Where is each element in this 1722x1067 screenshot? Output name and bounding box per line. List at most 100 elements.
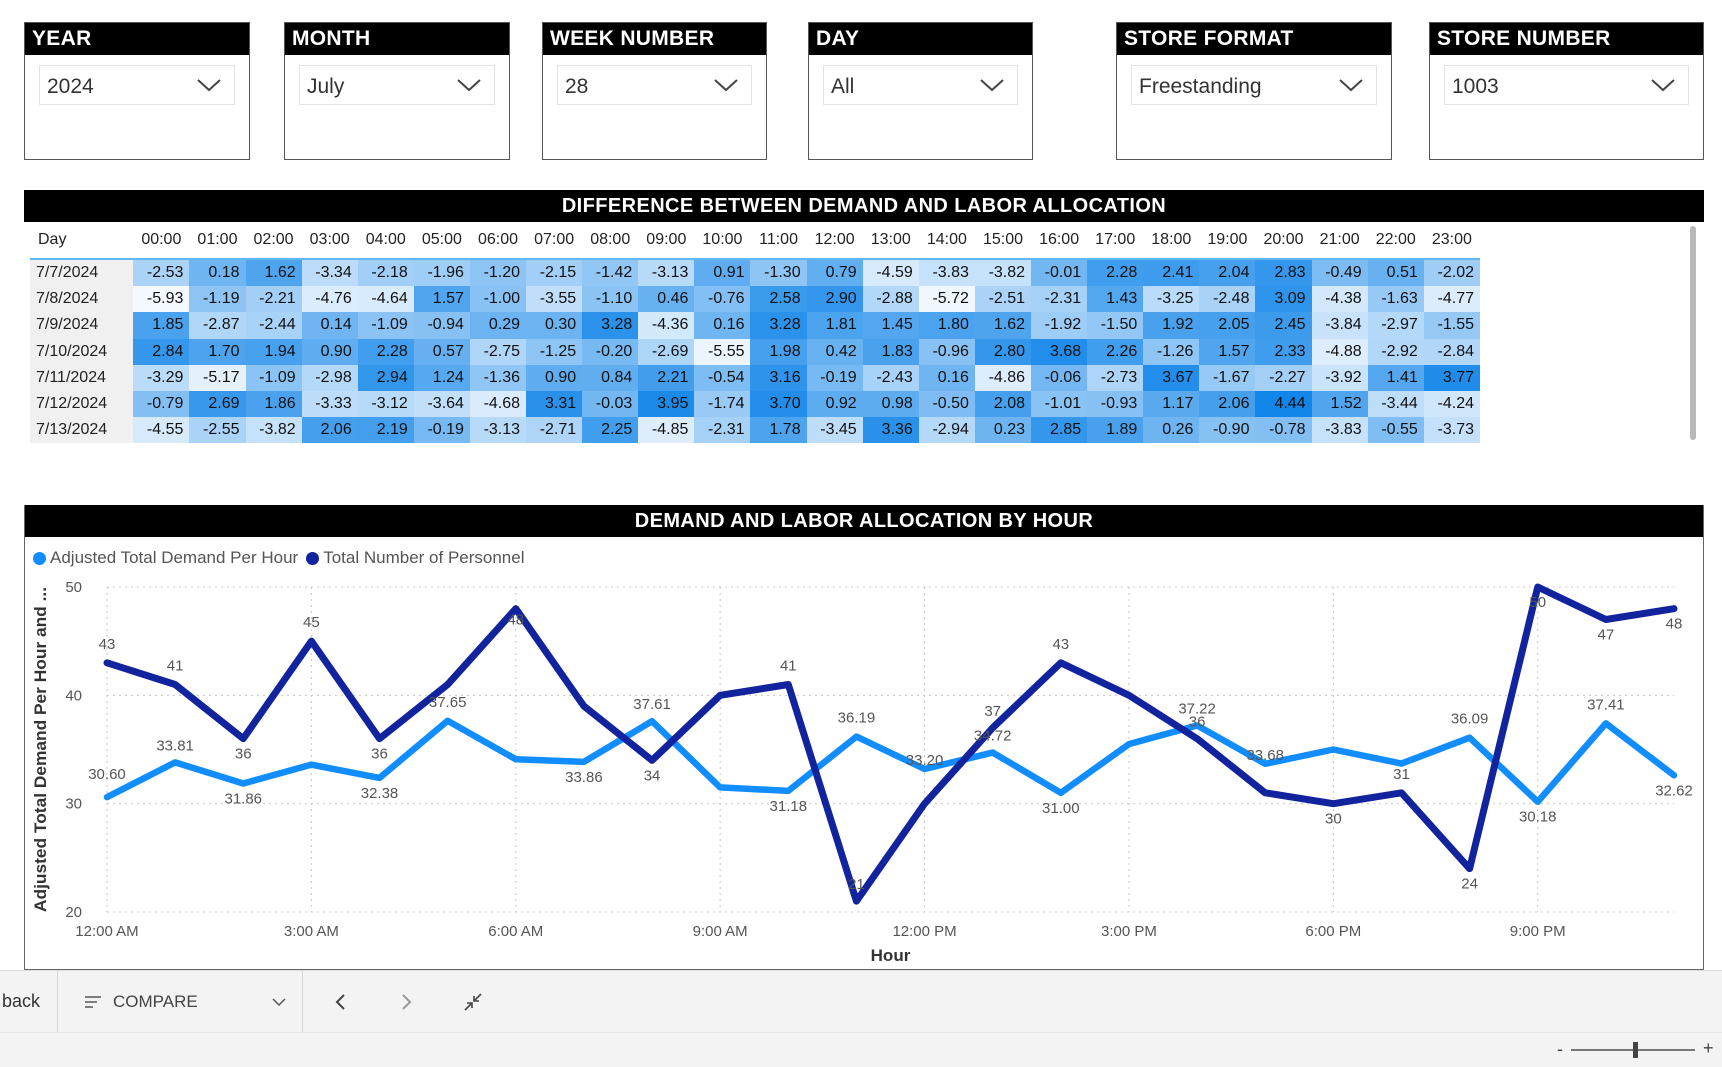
- heatmap-cell[interactable]: -1.19: [189, 286, 246, 313]
- heatmap-cell[interactable]: -0.90: [1199, 417, 1256, 444]
- store-format-dropdown[interactable]: Freestanding: [1131, 65, 1377, 105]
- heatmap-cell[interactable]: -2.97: [1367, 312, 1424, 339]
- heatmap-cell[interactable]: -2.02: [1423, 257, 1480, 287]
- heatmap-cell[interactable]: 1.94: [245, 338, 302, 365]
- heatmap-cell[interactable]: -1.67: [1199, 364, 1256, 391]
- heatmap-cell[interactable]: 0.30: [526, 312, 583, 339]
- heatmap-cell[interactable]: -2.48: [1199, 286, 1256, 313]
- heatmap-cell[interactable]: -3.25: [1143, 286, 1200, 313]
- heatmap-cell[interactable]: 3.09: [1255, 286, 1312, 313]
- month-dropdown[interactable]: July: [299, 65, 495, 105]
- compare-dropdown[interactable]: COMPARE: [58, 971, 302, 1033]
- heatmap-cell[interactable]: 3.68: [1031, 338, 1088, 365]
- heatmap-cell[interactable]: -4.64: [357, 286, 414, 313]
- heatmap-cell[interactable]: -1.74: [694, 390, 751, 418]
- heatmap-cell[interactable]: 2.69: [189, 390, 246, 418]
- heatmap-cell[interactable]: 2.94: [357, 364, 414, 391]
- heatmap-cell[interactable]: -2.27: [1255, 364, 1312, 391]
- zoom-slider-thumb[interactable]: [1633, 1042, 1639, 1058]
- heatmap-cell[interactable]: 0.29: [469, 312, 527, 339]
- heatmap-cell[interactable]: 0.57: [413, 338, 470, 365]
- heatmap-cell[interactable]: 1.89: [1087, 417, 1144, 444]
- heatmap-cell[interactable]: 3.67: [1143, 364, 1200, 391]
- heatmap-cell[interactable]: -1.50: [1087, 312, 1144, 339]
- heatmap-cell[interactable]: 2.33: [1255, 338, 1312, 365]
- heatmap-cell[interactable]: 2.90: [806, 286, 863, 313]
- heatmap-cell[interactable]: -3.83: [1311, 417, 1368, 444]
- heatmap-cell[interactable]: 1.86: [245, 390, 302, 418]
- heatmap-cell[interactable]: -1.09: [245, 364, 302, 391]
- zoom-slider[interactable]: [1571, 1042, 1695, 1058]
- heatmap-cell[interactable]: -3.92: [1311, 364, 1368, 391]
- heatmap-cell[interactable]: -3.83: [918, 257, 975, 287]
- heatmap-cell[interactable]: 3.31: [526, 390, 583, 418]
- heatmap-cell[interactable]: 1.70: [189, 338, 246, 365]
- heatmap-cell[interactable]: 2.05: [1199, 312, 1256, 339]
- heatmap-cell[interactable]: -1.30: [750, 257, 807, 287]
- heatmap-cell[interactable]: 2.06: [1199, 390, 1256, 418]
- heatmap-cell[interactable]: -2.31: [1031, 286, 1088, 313]
- heatmap-cell[interactable]: 2.21: [638, 364, 695, 391]
- heatmap-cell[interactable]: 1.52: [1311, 390, 1368, 418]
- heatmap-cell[interactable]: -2.31: [694, 417, 751, 444]
- heatmap-cell[interactable]: -4.68: [469, 390, 527, 418]
- heatmap-cell[interactable]: 2.06: [301, 417, 358, 444]
- heatmap-cell[interactable]: -3.82: [245, 417, 302, 444]
- heatmap-cell[interactable]: 0.90: [526, 364, 583, 391]
- heatmap-cell[interactable]: -2.75: [469, 338, 527, 365]
- heatmap-cell[interactable]: 4.44: [1255, 390, 1312, 418]
- heatmap-cell[interactable]: 0.46: [638, 286, 695, 313]
- heatmap-cell[interactable]: 1.24: [413, 364, 470, 391]
- heatmap-cell[interactable]: -4.86: [974, 364, 1032, 391]
- heatmap-cell[interactable]: 3.36: [862, 417, 919, 444]
- heatmap-cell[interactable]: -0.19: [413, 417, 470, 444]
- heatmap-scrollbar[interactable]: [1690, 226, 1696, 440]
- heatmap-cell[interactable]: -1.20: [469, 257, 527, 287]
- heatmap-cell[interactable]: 2.08: [974, 390, 1032, 418]
- heatmap-cell[interactable]: -0.19: [806, 364, 863, 391]
- zoom-out-button[interactable]: -: [1557, 1039, 1563, 1060]
- heatmap-cell[interactable]: -2.87: [189, 312, 246, 339]
- heatmap-cell[interactable]: 1.45: [862, 312, 919, 339]
- heatmap-cell[interactable]: -0.50: [918, 390, 975, 418]
- heatmap-cell[interactable]: 0.98: [862, 390, 919, 418]
- heatmap-cell[interactable]: 3.16: [750, 364, 807, 391]
- heatmap-cell[interactable]: -2.53: [133, 257, 190, 287]
- heatmap-cell[interactable]: 2.26: [1087, 338, 1144, 365]
- heatmap-cell[interactable]: -0.03: [582, 390, 639, 418]
- heatmap-cell[interactable]: 1.92: [1143, 312, 1200, 339]
- heatmap-cell[interactable]: -3.45: [806, 417, 863, 444]
- heatmap-cell[interactable]: 1.57: [1199, 338, 1256, 365]
- heatmap-cell[interactable]: -4.85: [638, 417, 695, 444]
- heatmap-cell[interactable]: 1.17: [1143, 390, 1200, 418]
- week-dropdown[interactable]: 28: [557, 65, 752, 105]
- heatmap-cell[interactable]: 1.85: [133, 312, 190, 339]
- zoom-in-button[interactable]: +: [1703, 1038, 1714, 1059]
- heatmap-cell[interactable]: -1.92: [1031, 312, 1088, 339]
- heatmap-cell[interactable]: -0.54: [694, 364, 751, 391]
- chevron-right-icon[interactable]: [400, 993, 414, 1011]
- heatmap-cell[interactable]: -4.38: [1311, 286, 1368, 313]
- heatmap-cell[interactable]: 0.16: [918, 364, 975, 391]
- heatmap-cell[interactable]: 2.80: [974, 338, 1032, 365]
- heatmap-cell[interactable]: -1.42: [582, 257, 639, 287]
- heatmap-cell[interactable]: -2.92: [1367, 338, 1424, 365]
- heatmap-cell[interactable]: -2.51: [974, 286, 1032, 313]
- heatmap-cell[interactable]: -0.55: [1367, 417, 1424, 444]
- heatmap-cell[interactable]: -3.12: [357, 390, 414, 418]
- heatmap-cell[interactable]: 1.80: [918, 312, 975, 339]
- heatmap-cell[interactable]: 0.51: [1367, 257, 1424, 287]
- heatmap-cell[interactable]: 3.28: [750, 312, 807, 339]
- heatmap-cell[interactable]: -1.00: [469, 286, 527, 313]
- heatmap-cell[interactable]: 3.77: [1423, 364, 1480, 391]
- heatmap-cell[interactable]: -0.94: [413, 312, 470, 339]
- heatmap-cell[interactable]: -2.71: [526, 417, 583, 444]
- heatmap-cell[interactable]: -3.73: [1423, 417, 1480, 444]
- heatmap-cell[interactable]: 1.41: [1367, 364, 1424, 391]
- heatmap-cell[interactable]: -4.59: [862, 257, 919, 287]
- heatmap-cell[interactable]: 1.83: [862, 338, 919, 365]
- heatmap-cell[interactable]: -3.29: [133, 364, 190, 391]
- heatmap-cell[interactable]: 2.58: [750, 286, 807, 313]
- heatmap-cell[interactable]: 2.84: [133, 338, 190, 365]
- heatmap-cell[interactable]: -0.49: [1311, 257, 1368, 287]
